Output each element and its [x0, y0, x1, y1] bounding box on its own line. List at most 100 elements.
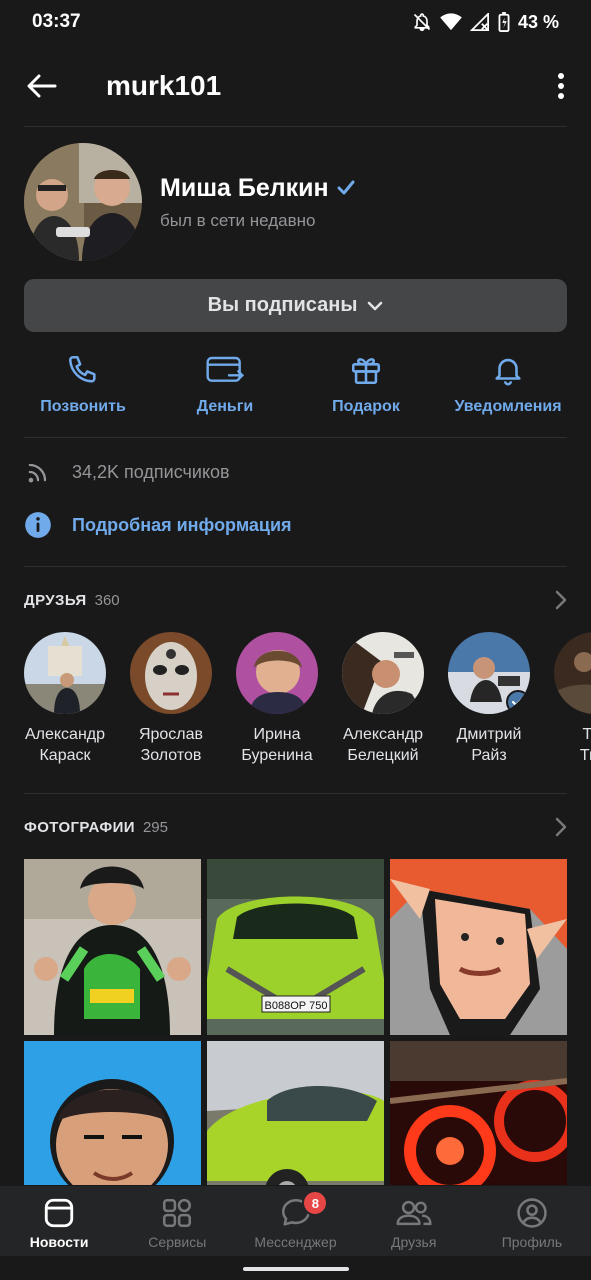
license-plate-text: В088ОР 750 [265, 1000, 328, 1012]
gift-label: Подарок [332, 398, 400, 415]
friend-avatar [236, 632, 318, 714]
friend-avatar [24, 632, 106, 714]
call-button[interactable]: Позвонить [8, 348, 158, 416]
divider [24, 126, 567, 127]
services-icon [163, 1198, 192, 1228]
photo-thumbnail[interactable] [24, 1041, 201, 1185]
photos-grid: В088ОР 750 [24, 859, 567, 1185]
notifications-button[interactable]: Уведомления [433, 348, 583, 416]
friends-title: ДРУЗЬЯ [24, 591, 87, 609]
battery-percent: 43 % [517, 11, 559, 32]
profile-name-row: Миша Белкин [160, 174, 355, 203]
friend-avatar [342, 632, 424, 714]
chevron-right-icon [555, 817, 567, 837]
divider [24, 793, 567, 794]
wifi-icon [440, 13, 462, 31]
battery-icon [498, 12, 510, 32]
friend-name: Ярослав Золотов [138, 726, 204, 764]
arrow-left-icon [27, 74, 57, 98]
nav-services-label: Сервисы [148, 1234, 207, 1250]
photo-thumbnail[interactable] [24, 859, 201, 1035]
nav-friends[interactable]: Друзья [355, 1186, 473, 1256]
photos-count: 295 [142, 818, 168, 836]
nav-messenger-label: Мессенджер [254, 1234, 337, 1250]
bell-off-icon [413, 13, 431, 32]
divider [24, 437, 567, 438]
chevron-right-icon [555, 590, 567, 610]
phone-icon [68, 355, 96, 383]
photo-thumbnail[interactable] [390, 1041, 567, 1185]
friend-item[interactable]: Александр Караск [12, 632, 118, 766]
verified-icon [337, 180, 355, 195]
info-icon [25, 512, 51, 538]
friend-item[interactable]: Ярослав Золотов [118, 632, 224, 766]
friend-item[interactable]: ТатТюц [542, 632, 591, 766]
friend-avatar [448, 632, 530, 714]
friend-name: Дмитрий Райз [456, 726, 522, 764]
friend-name: Александр Белецкий [342, 726, 424, 764]
photos-section-header[interactable]: ФОТОГРАФИИ 295 [24, 813, 567, 841]
status-time: 03:37 [32, 11, 81, 32]
messenger-badge: 8 [302, 1190, 329, 1216]
online-badge-icon [506, 690, 530, 714]
profile-name: Миша Белкин [160, 173, 329, 202]
friend-name: Александр Караск [24, 726, 106, 764]
friends-count: 360 [94, 591, 120, 609]
friends-icon [396, 1200, 432, 1226]
bottom-navigation: Новости Сервисы 8 Мессенджер Друзья Проф… [0, 1186, 591, 1256]
subscribed-button[interactable]: Вы подписаны [24, 279, 567, 332]
profile-icon [517, 1198, 547, 1228]
photo-thumbnail[interactable] [390, 859, 567, 1035]
followers-row[interactable]: 34,2K подписчиков [24, 450, 567, 494]
gift-button[interactable]: Подарок [291, 348, 441, 416]
money-button[interactable]: Деньги [150, 348, 300, 416]
money-transfer-icon [206, 356, 245, 382]
nav-news-label: Новости [29, 1234, 89, 1250]
profile-avatar[interactable] [24, 143, 142, 261]
friend-item[interactable]: Ирина Буренина [224, 632, 330, 766]
friend-avatar [130, 632, 212, 714]
gift-icon [351, 358, 381, 385]
friend-item[interactable]: Александр Белецкий [330, 632, 436, 766]
money-label: Деньги [196, 398, 254, 415]
photos-title: ФОТОГРАФИИ [24, 818, 135, 836]
call-label: Позвонить [40, 398, 126, 415]
photo-thumbnail[interactable] [207, 1041, 384, 1185]
news-icon [44, 1198, 74, 1228]
friend-item[interactable]: Дмитрий Райз [436, 632, 542, 766]
more-button[interactable] [531, 48, 591, 124]
details-link: Подробная информация [72, 514, 292, 535]
nav-news[interactable]: Новости [0, 1186, 118, 1256]
followers-count: 34,2K подписчиков [72, 461, 230, 482]
notifications-label: Уведомления [454, 398, 562, 415]
friend-name: Ирина Буренина [241, 726, 313, 764]
nav-friends-label: Друзья [391, 1234, 437, 1250]
page-title: murk101 [106, 70, 222, 101]
nav-services[interactable]: Сервисы [118, 1186, 236, 1256]
subscribed-label: Вы подписаны [207, 294, 358, 316]
friend-name: ТатТюц [579, 726, 591, 764]
friends-section-header[interactable]: ДРУЗЬЯ 360 [24, 586, 567, 614]
nav-profile[interactable]: Профиль [473, 1186, 591, 1256]
top-bar: murk101 [0, 48, 591, 124]
profile-header: Миша Белкин был в сети недавно [24, 143, 567, 261]
nav-profile-label: Профиль [501, 1234, 563, 1250]
signal-icon [469, 13, 489, 31]
back-button[interactable] [0, 48, 84, 124]
friends-list: Александр Караск Ярослав Золотов Ирина Буре… [0, 632, 591, 772]
more-vertical-icon [558, 73, 564, 99]
nav-messenger[interactable]: 8 Мессенджер [236, 1186, 354, 1256]
status-bar: 03:37 43 % [0, 0, 591, 44]
profile-text: Миша Белкин был в сети недавно [160, 174, 355, 231]
profile-online-status: был в сети недавно [160, 210, 316, 230]
home-indicator[interactable] [243, 1267, 349, 1271]
bell-icon [495, 358, 521, 386]
chevron-down-icon [368, 301, 383, 310]
friend-avatar [554, 632, 591, 714]
rss-icon [28, 463, 47, 483]
status-icons: 43 % [412, 12, 559, 33]
profile-actions: Позвонить Деньги Подарок Уведомления [0, 348, 591, 428]
photo-thumbnail[interactable]: В088ОР 750 [207, 859, 384, 1035]
details-row[interactable]: Подробная информация [24, 503, 567, 547]
divider [24, 566, 567, 567]
